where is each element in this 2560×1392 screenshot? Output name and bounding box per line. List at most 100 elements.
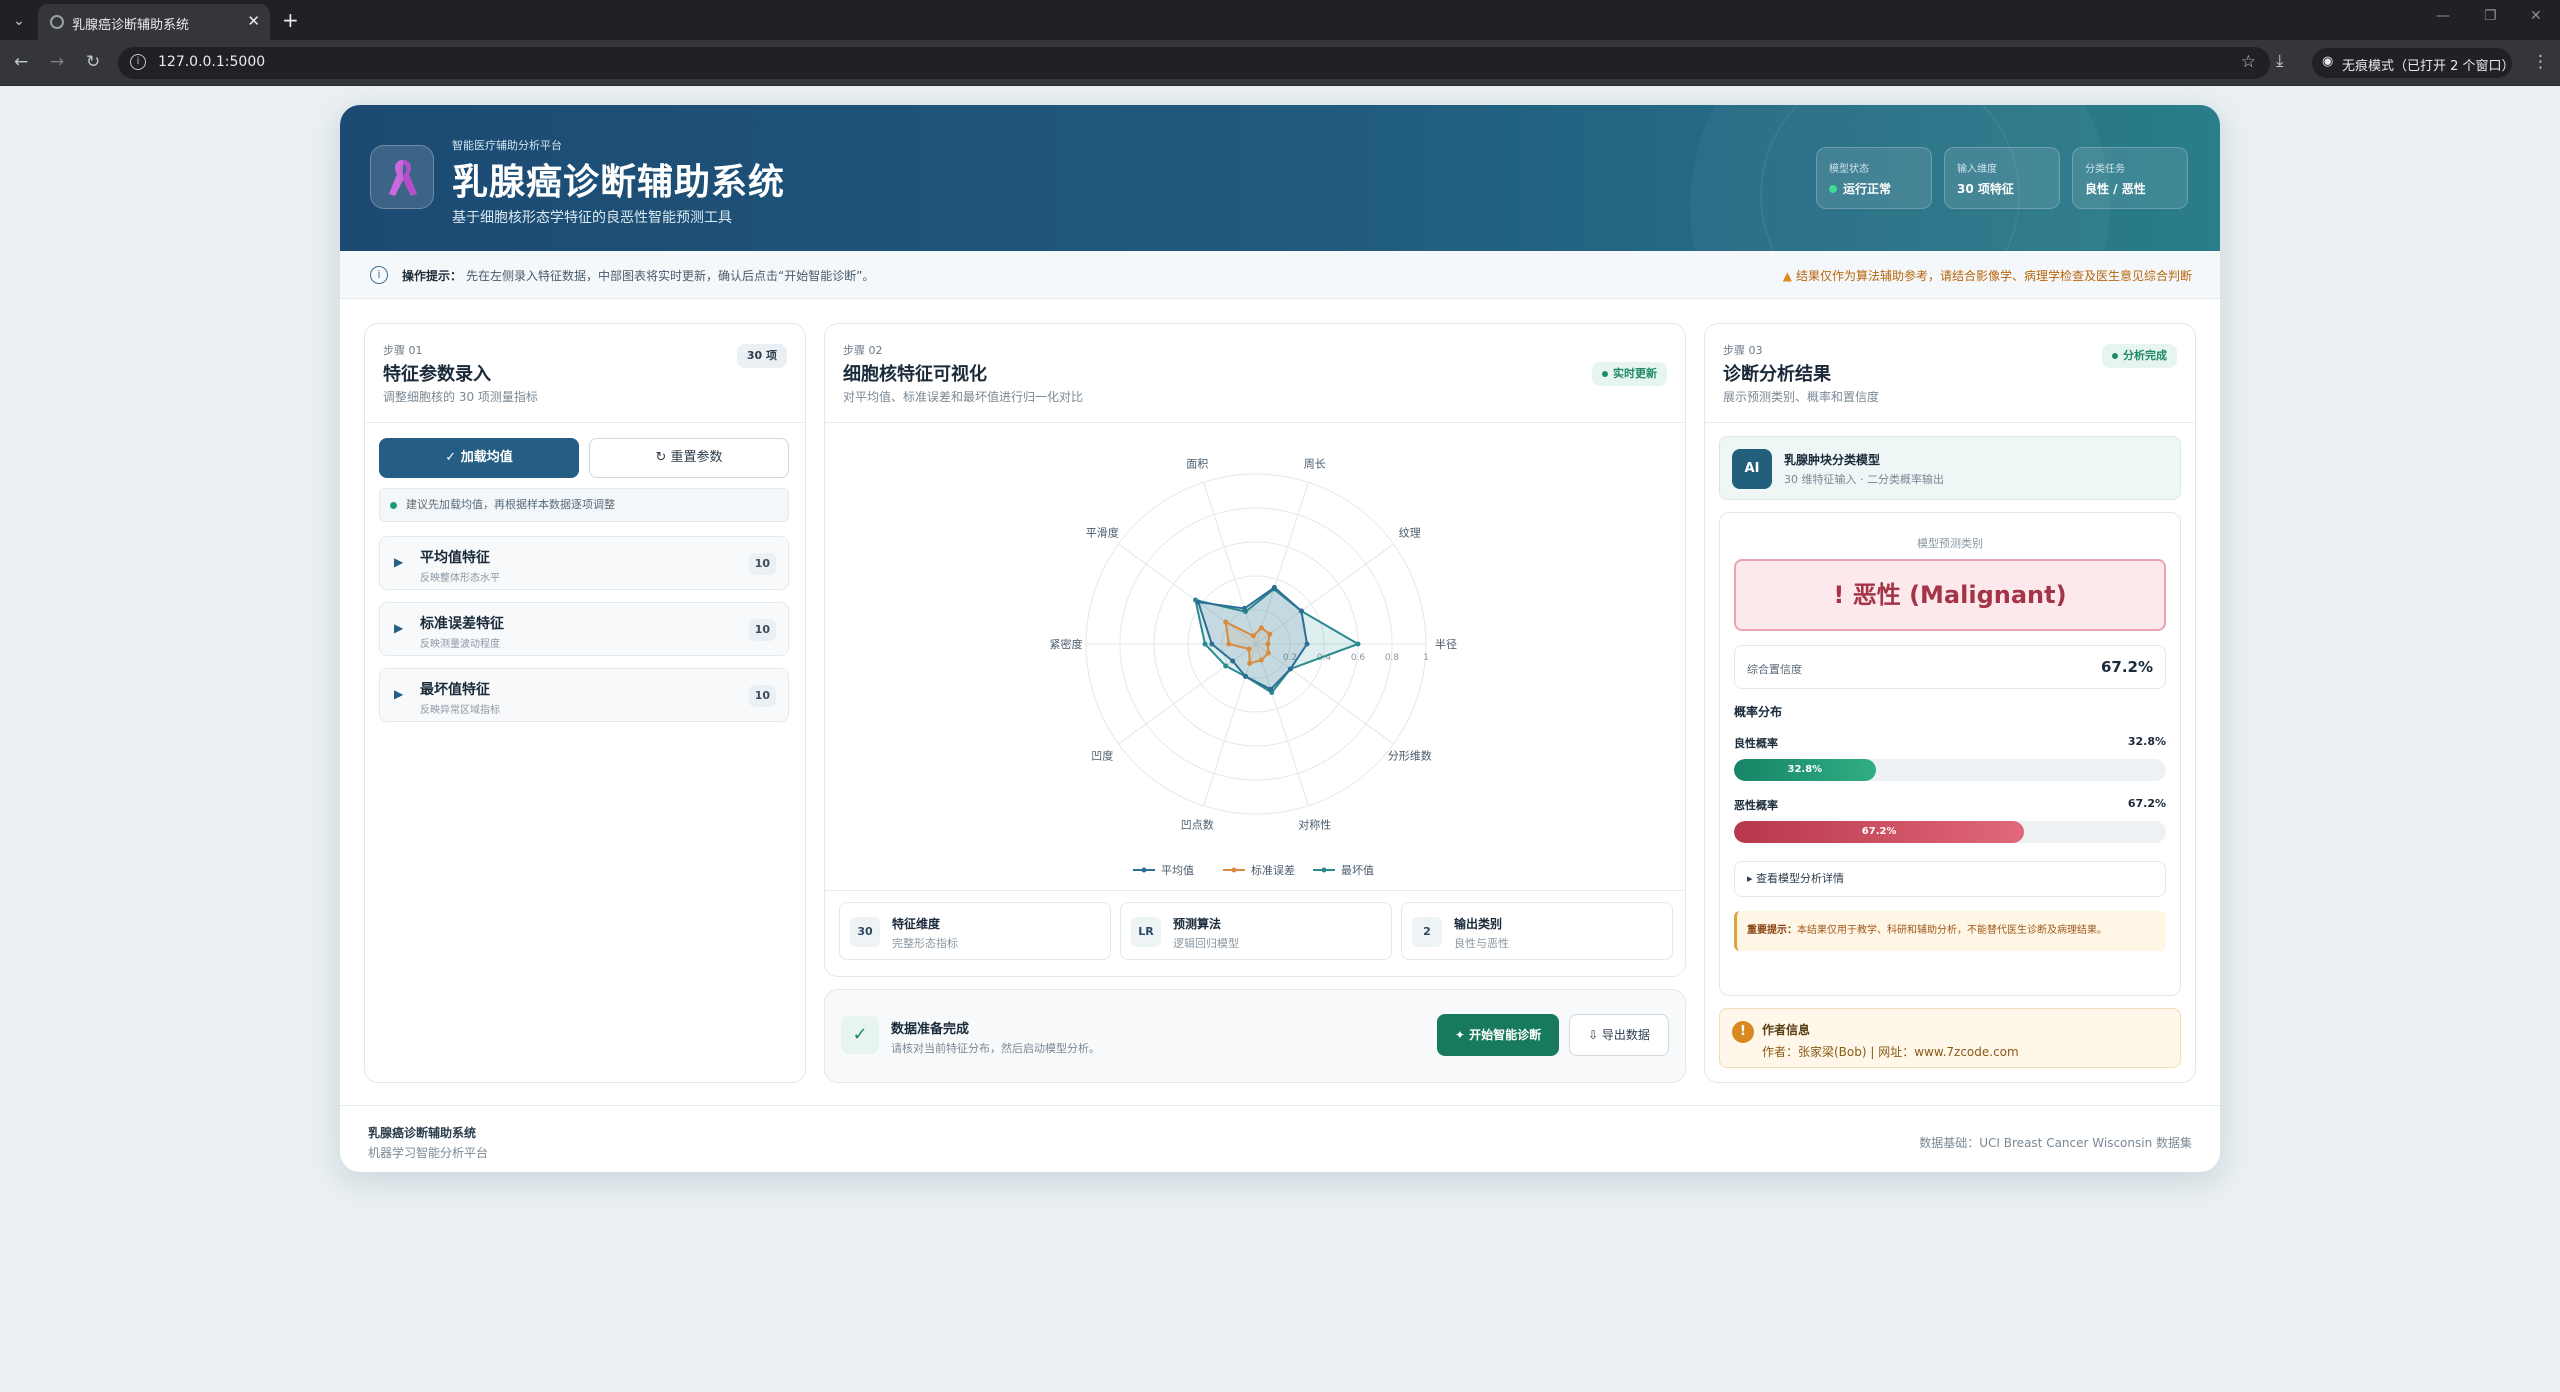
author-info: ! 作者信息 作者：张家梁(Bob) | 网址：www.7zcode.com <box>1719 1008 2181 1068</box>
radar-point <box>1268 686 1274 692</box>
ai-icon: AI <box>1732 449 1772 489</box>
stat-label: 输入维度 <box>1957 164 1997 175</box>
incognito-indicator[interactable]: ◉ 无痕模式（已打开 2 个窗口） <box>2312 48 2515 78</box>
visualization-panel: 步骤 02 细胞核特征可视化 对平均值、标准误差和最坏值进行归一化对比 实时更新… <box>824 323 1686 977</box>
radar-point <box>1250 633 1256 639</box>
browser-tabstrip: ⌄ 乳腺癌诊断辅助系统 ✕ + — ❐ ✕ <box>0 0 2560 40</box>
radar-point <box>1355 641 1361 647</box>
radar-axis-label: 凹度 <box>1091 749 1113 763</box>
legend-label: 标准误差 <box>1251 863 1295 877</box>
stat-sub: 逻辑回归模型 <box>1173 937 1239 950</box>
stat-label: 分类任务 <box>2085 164 2125 175</box>
browser-menu-icon[interactable]: ⋮ <box>2532 52 2549 72</box>
group-subtitle: 反映异常区域指标 <box>420 705 500 716</box>
close-tab-icon[interactable]: ✕ <box>247 12 260 30</box>
page-title: 乳腺癌诊断辅助系统 <box>452 162 786 203</box>
model-details-toggle[interactable]: ▸ 查看模型分析详情 <box>1734 861 2166 897</box>
author-text: 作者：张家梁(Bob) | 网址：www.7zcode.com <box>1762 1045 2019 1059</box>
expand-caret-icon: ▶ <box>394 555 404 569</box>
radar-point <box>1265 650 1271 656</box>
divider <box>1705 422 2195 423</box>
tip-label: 操作提示： <box>402 269 463 283</box>
forward-icon[interactable]: → <box>50 52 64 72</box>
panel-subtitle: 展示预测类别、概率和置信度 <box>1723 390 1880 404</box>
radar-point <box>1247 660 1253 666</box>
app-card: 智能医疗辅助分析平台 乳腺癌诊断辅助系统 基于细胞核形态学特征的良恶性智能预测工… <box>340 105 2220 1172</box>
radar-axis-label: 分形维数 <box>1388 750 1432 763</box>
hint-box: 建议先加载均值，再根据样本数据逐项调整 <box>379 488 789 522</box>
browser-tab[interactable]: 乳腺癌诊断辅助系统 ✕ <box>38 4 270 40</box>
benign-progress-bar: 32.8% <box>1734 759 2166 781</box>
result-panel: 步骤 03 诊断分析结果 展示预测类别、概率和置信度 分析完成 AI 乳腺肿块分… <box>1704 323 2196 1083</box>
ready-subtitle: 请核对当前特征分布，然后启动模型分析。 <box>891 1042 1100 1055</box>
stat-value: 30 项特征 <box>1957 182 2014 196</box>
radar-chart-area: 半径 纹理 周长 面积 平滑度 紧密度 凹度 凹点数 对称性 分形维数 0.2 0.4 0.6 0.8 1 平… <box>825 424 1687 902</box>
benign-value: 32.8% <box>2127 735 2166 748</box>
minimize-icon[interactable]: — <box>2436 8 2450 24</box>
confidence-value: 67.2% <box>2100 658 2153 676</box>
radar-point <box>1241 605 1247 611</box>
group-mean[interactable]: ▶ 平均值特征 反映整体形态水平 10 <box>379 536 789 590</box>
group-count: 10 <box>748 619 776 641</box>
panel-title: 诊断分析结果 <box>1723 364 1831 385</box>
reload-icon[interactable]: ↻ <box>86 52 100 72</box>
url-text[interactable]: 127.0.0.1:5000 <box>158 54 265 70</box>
stat-card-algorithm: LR 预测算法 逻辑回归模型 <box>1120 902 1392 960</box>
tab-list-button[interactable]: ⌄ <box>8 10 30 32</box>
panel-subtitle: 调整细胞核的 30 项测量指标 <box>383 390 538 404</box>
radar-axis-label: 凹点数 <box>1181 819 1214 832</box>
download-icon[interactable]: ⤓ <box>2276 51 2284 71</box>
radar-point <box>1298 608 1304 614</box>
divider <box>365 422 805 423</box>
radar-point <box>1304 641 1310 647</box>
stat-value: 运行正常 <box>1829 180 1891 197</box>
radar-tick-label: 0.8 <box>1385 653 1400 663</box>
browser-toolbar: ← → ↻ i 127.0.0.1:5000 ☆ ⤓ ◉ 无痕模式（已打开 2 … <box>0 40 2560 86</box>
confidence-row: 综合置信度 67.2% <box>1734 645 2166 689</box>
group-count: 10 <box>748 553 776 575</box>
important-notice: 重要提示：本结果仅用于教学、科研和辅助分析，不能替代医生诊断及病理结果。 <box>1734 911 2166 951</box>
radar-point <box>1209 641 1215 647</box>
export-data-button[interactable]: ⇩ 导出数据 <box>1569 1014 1669 1056</box>
author-title: 作者信息 <box>1762 1023 1811 1037</box>
live-dot-icon <box>1602 371 1608 377</box>
incognito-label: 无痕模式（已打开 2 个窗口） <box>2342 59 2515 74</box>
radar-point <box>1258 625 1264 631</box>
group-title: 平均值特征 <box>420 550 490 566</box>
start-diagnosis-button[interactable]: ✦ 开始智能诊断 <box>1437 1014 1559 1056</box>
divider <box>825 422 1685 423</box>
expand-caret-icon: ▶ <box>394 687 404 701</box>
radar-axis-label: 半径 <box>1435 637 1457 651</box>
restore-icon[interactable]: ❐ <box>2484 8 2497 24</box>
back-icon[interactable]: ← <box>14 52 28 72</box>
reset-params-button[interactable]: ↻ 重置参数 <box>589 438 789 478</box>
group-se[interactable]: ▶ 标准误差特征 反映测量波动程度 10 <box>379 602 789 656</box>
radar-point <box>1202 641 1208 647</box>
radar-point <box>1195 599 1201 605</box>
malignant-value: 67.2% <box>2127 797 2166 810</box>
new-tab-button[interactable]: + <box>282 8 299 32</box>
input-panel: 步骤 01 特征参数录入 调整细胞核的 30 项测量指标 30 项 ✓ 加载均值… <box>364 323 806 1083</box>
header-kicker: 智能医疗辅助分析平台 <box>452 139 562 152</box>
hint-dot-icon <box>390 502 397 509</box>
site-info-icon[interactable]: i <box>130 54 146 70</box>
panel-title: 细胞核特征可视化 <box>843 364 987 385</box>
bookmark-star-icon[interactable]: ☆ <box>2241 52 2256 72</box>
close-window-icon[interactable]: ✕ <box>2530 8 2542 24</box>
malignant-progress-bar: 67.2% <box>1734 821 2166 843</box>
address-bar[interactable]: i 127.0.0.1:5000 ☆ <box>118 47 2270 79</box>
footer-title: 乳腺癌诊断辅助系统 <box>368 1126 477 1140</box>
group-worst[interactable]: ▶ 最坏值特征 反映异常区域指标 10 <box>379 668 789 722</box>
stat-num: 2 <box>1412 917 1442 947</box>
radar-axis-label: 纹理 <box>1399 525 1421 539</box>
malignant-label: 恶性概率 <box>1734 799 1778 812</box>
radar-chart: 半径纹理周长面积平滑度紧密度凹度凹点数 对称性分形维数0.2 0.4 0.6 0.8 1平… <box>1050 457 1458 877</box>
group-subtitle: 反映整体形态水平 <box>420 573 500 584</box>
group-subtitle: 反映测量波动程度 <box>420 639 500 650</box>
done-dot-icon <box>2112 353 2118 359</box>
load-mean-button[interactable]: ✓ 加载均值 <box>379 438 579 478</box>
app-header: 智能医疗辅助分析平台 乳腺癌诊断辅助系统 基于细胞核形态学特征的良恶性智能预测工… <box>340 105 2220 251</box>
step-label: 步骤 03 <box>1723 344 1763 357</box>
tip-text: 先在左侧录入特征数据，中部图表将实时更新，确认后点击“开始智能诊断”。 <box>466 269 875 283</box>
expand-caret-icon: ▶ <box>394 621 404 635</box>
